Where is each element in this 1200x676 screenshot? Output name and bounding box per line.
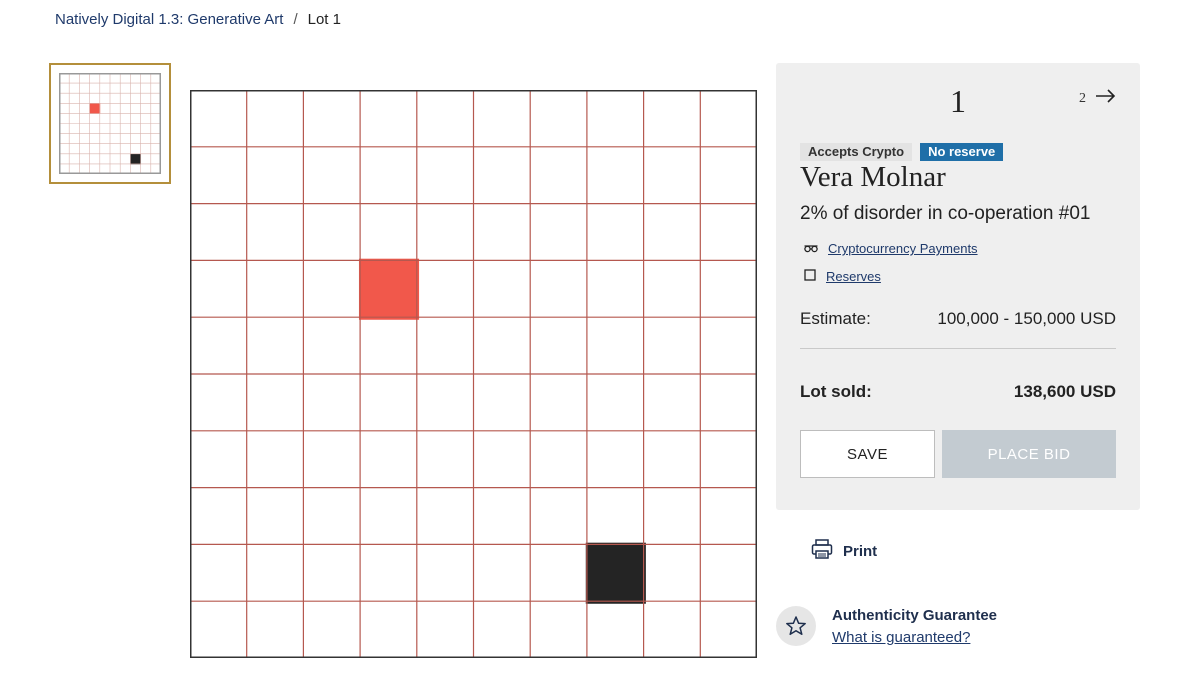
thumbnail-image (59, 73, 161, 174)
breadcrumb-current: Lot 1 (307, 11, 341, 28)
estimate-row: Estimate: 100,000 - 150,000 USD (800, 309, 1116, 329)
print-button[interactable]: Print (811, 538, 877, 564)
next-lot-number: 2 (1079, 90, 1086, 106)
filled-cell (585, 542, 646, 604)
arrow-right-icon (1096, 89, 1116, 108)
accepts-crypto-badge: Accepts Crypto (800, 143, 913, 161)
artwork-thumbnail[interactable] (49, 63, 171, 184)
no-reserve-badge: No reserve (920, 143, 1004, 161)
badges: Accepts Crypto No reserve (800, 143, 1004, 161)
glasses-icon (804, 241, 818, 256)
crypto-payments-row: Cryptocurrency Payments (804, 241, 978, 256)
filled-cell (130, 153, 142, 165)
breadcrumb: Natively Digital 1.3: Generative Art / L… (55, 11, 341, 28)
artist-name: Vera Molnar (800, 161, 946, 193)
crypto-payments-link[interactable]: Cryptocurrency Payments (828, 241, 978, 256)
print-label: Print (843, 542, 878, 560)
printer-icon (811, 538, 833, 564)
reserves-row: Reserves (804, 269, 881, 284)
checkbox-icon (804, 269, 816, 284)
divider (800, 348, 1116, 349)
filled-cell (358, 258, 420, 320)
artwork-grid (190, 90, 757, 658)
sold-row: Lot sold: 138,600 USD (800, 382, 1116, 402)
lot-details-panel: 1 2 Accepts Crypto No reserve Vera Molna… (776, 63, 1140, 510)
estimate-label: Estimate: (800, 309, 871, 328)
artwork-image (190, 90, 757, 658)
breadcrumb-sale-link[interactable]: Natively Digital 1.3: Generative Art (55, 11, 283, 28)
reserves-link[interactable]: Reserves (826, 269, 881, 284)
next-lot-link[interactable]: 2 (1079, 89, 1116, 108)
estimate-value: 100,000 - 150,000 USD (937, 309, 1116, 328)
save-button[interactable]: SAVE (800, 430, 935, 478)
breadcrumb-separator: / (293, 11, 298, 28)
authenticity-link[interactable]: What is guaranteed? (832, 629, 970, 646)
artwork-title: 2% of disorder in co-operation #01 (800, 203, 1091, 224)
authenticity-title: Authenticity Guarantee (832, 607, 998, 624)
filled-cell (89, 102, 101, 114)
star-icon (776, 606, 816, 646)
sold-label: Lot sold: (800, 382, 872, 401)
place-bid-button[interactable]: PLACE BID (942, 430, 1116, 478)
sold-value: 138,600 USD (1013, 382, 1116, 401)
